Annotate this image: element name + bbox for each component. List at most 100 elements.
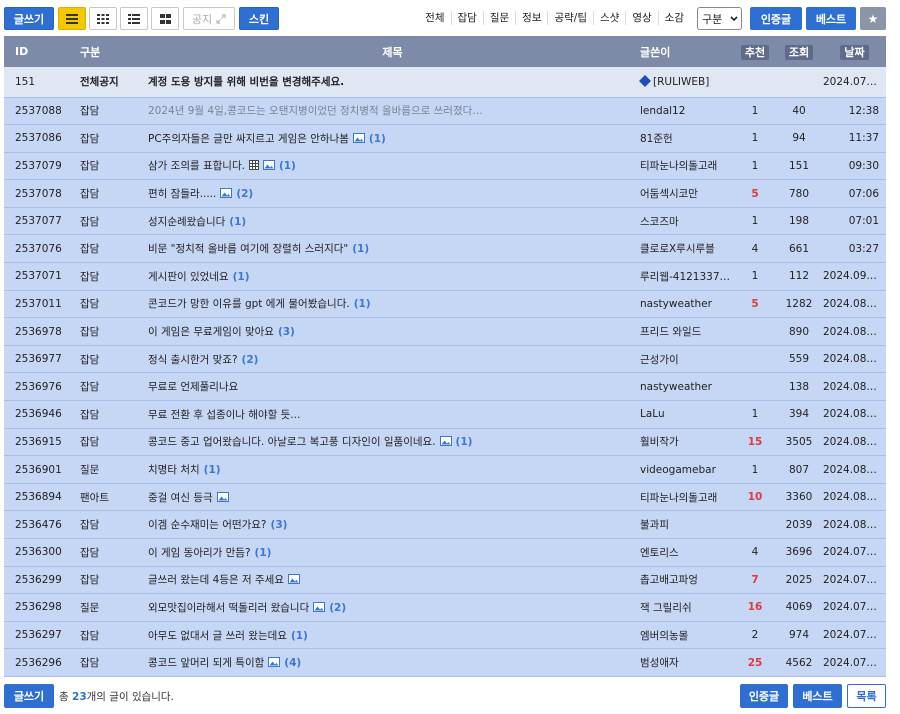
table-row[interactable]: 2536297 잡담 아무도 없대서 글 쓰러 왔는데요 (1) 엠버의농몰 2 974 20… [4, 621, 886, 650]
post-title-link[interactable]: 외모맛집이라해서 떡돌리러 왔습니다 (2) [140, 593, 637, 622]
post-author[interactable]: 잭 그릴리쉬 [637, 593, 735, 622]
footer-auth-posts-button[interactable]: 인증글 [740, 684, 788, 708]
table-row[interactable]: 2536296 잡담 콩코드 앞머리 되게 특이함 (4) 범성애자 25 4562 2024… [4, 648, 886, 677]
category-link-review[interactable]: 소감 [657, 11, 690, 25]
header-recommend[interactable]: 추천 [735, 36, 775, 67]
category-link-video[interactable]: 영상 [625, 11, 657, 25]
notice-toggle-button[interactable]: 공지 [183, 7, 235, 30]
table-row[interactable]: 2537071 잡담 게시판이 있었네요 (1) 루리웹-4121337… 1 112 202… [4, 262, 886, 291]
grid-small-view-button[interactable] [89, 7, 117, 30]
post-author[interactable]: 촙고배고파엉 [637, 566, 735, 595]
post-title-link[interactable]: 편히 잠들라..... (2) [140, 179, 637, 208]
list-view-button[interactable] [58, 7, 86, 30]
table-row[interactable]: 2537078 잡담 편히 잠들라..... (2) 어둠섹시코만 5 780 07:06 [4, 179, 886, 208]
post-title-link[interactable]: 치명타 처치 (1) [140, 455, 637, 484]
post-author[interactable]: nastyweather [637, 372, 735, 402]
skin-button[interactable]: 스킨 [239, 7, 279, 30]
gallery-view-button[interactable] [151, 7, 179, 30]
post-author[interactable]: 근성가이 [637, 345, 735, 374]
post-title-link[interactable]: 콩코드 중고 업어왔습니다. 아날로그 복고풍 디자인이 일품이네요. (1) [140, 428, 637, 457]
post-title-link[interactable]: PC주의자들은 글만 싸지르고 게임은 안하나봄 (1) [140, 124, 637, 153]
post-title-link[interactable]: 무료 전환 후 섭종이나 해야할 듯... [140, 400, 637, 429]
post-category: 잡담 [70, 428, 140, 457]
post-title-link[interactable]: 이 게임은 무료게임이 맞아요 (3) [140, 317, 637, 346]
notice-author[interactable]: [RULIWEB] [637, 67, 735, 98]
image-attachment-icon [439, 436, 452, 447]
table-row[interactable]: 2536300 잡담 이 게임 동아리가 만듬? (1) 엔토리스 4 3696 2024.0… [4, 538, 886, 567]
post-title-link[interactable]: 이겜 순수재미는 어떤가요? (3) [140, 510, 637, 539]
post-title-link[interactable]: 중걸 여신 등극 [140, 483, 637, 512]
post-title-link[interactable]: 무료로 언제풀리나요 [140, 372, 637, 402]
footer-write-button[interactable]: 글쓰기 [4, 684, 54, 708]
auth-posts-button[interactable]: 인증글 [750, 7, 802, 30]
table-row[interactable]: 2537076 잡담 비문 "정치적 올바름 여기에 장렬히 스러지다" (1) 클로로… [4, 234, 886, 264]
post-title-link[interactable]: 아무도 없대서 글 쓰러 왔는데요 (1) [140, 621, 637, 650]
grid-squares-icon [159, 13, 171, 24]
post-title-link[interactable]: 게시판이 있었네요 (1) [140, 262, 637, 291]
header-date[interactable]: 날짜 [823, 36, 886, 67]
category-link-info[interactable]: 정보 [515, 11, 547, 25]
notice-row[interactable]: 151 전체공지 계정 도용 방지를 위해 비번을 변경해주세요. [RULIW… [4, 67, 886, 98]
write-button[interactable]: 글쓰기 [4, 7, 54, 30]
post-author[interactable]: 엠버의농몰 [637, 621, 735, 650]
table-row[interactable]: 2537079 잡담 삼가 조의를 표합니다. (1) 티파눈나의돌고래 1 151 09:3… [4, 152, 886, 181]
post-title-link[interactable]: 콘코드가 망한 이유를 gpt 에게 물어봤습니다. (1) [140, 290, 637, 319]
post-author[interactable]: nastyweather [637, 290, 735, 319]
notice-views [775, 67, 823, 98]
table-row[interactable]: 2537088 잡담 2024년 9월 4일,콩코드는 오탠지병이었던 정치병적 올… [4, 97, 886, 126]
post-category: 잡담 [70, 372, 140, 402]
category-link-screenshot[interactable]: 스샷 [593, 11, 625, 25]
table-row[interactable]: 2536915 잡담 콩코드 중고 업어왔습니다. 아날로그 복고풍 디자인이 일품… [4, 428, 886, 457]
table-row[interactable]: 2536946 잡담 무료 전환 후 섭종이나 해야할 듯... LaLu 1 394 20… [4, 400, 886, 429]
notice-title-link[interactable]: 계정 도용 방지를 위해 비번을 변경해주세요. [140, 67, 637, 98]
table-row[interactable]: 2536976 잡담 무료로 언제풀리나요 nastyweather 138 2024.0… [4, 372, 886, 402]
table-row[interactable]: 2536298 질문 외모맛집이라해서 떡돌리러 왔습니다 (2) 잭 그릴리쉬 16 40… [4, 593, 886, 622]
post-author[interactable]: 범성애자 [637, 648, 735, 677]
table-row[interactable]: 2536977 잡담 정식 출시한거 맞죠? (2) 근성가이 559 2024.08.29 [4, 345, 886, 374]
table-row[interactable]: 2536894 팬아트 중걸 여신 등극 티파눈나의돌고래 10 3360 2024.08.… [4, 483, 886, 512]
post-author[interactable]: 불과피 [637, 510, 735, 539]
post-title-link[interactable]: 콩코드 앞머리 되게 특이함 (4) [140, 648, 637, 677]
table-row[interactable]: 2537011 잡담 콘코드가 망한 이유를 gpt 에게 물어봤습니다. (1) na… [4, 290, 886, 319]
best-posts-button[interactable]: 베스트 [806, 7, 856, 30]
post-author[interactable]: 티파눈나의돌고래 [637, 483, 735, 512]
category-link-tips[interactable]: 공략/팁 [547, 11, 593, 25]
post-author[interactable]: 프리드 와일드 [637, 317, 735, 346]
post-title-link[interactable]: 2024년 9월 4일,콩코드는 오탠지병이었던 정치병적 올바름으로 쓰러졌다… [140, 97, 637, 126]
header-views[interactable]: 조회 [775, 36, 823, 67]
post-title-link[interactable]: 비문 "정치적 올바름 여기에 장렬히 스러지다" (1) [140, 234, 637, 264]
table-row[interactable]: 2536299 잡담 글쓰러 왔는데 4등은 저 주세요 촙고배고파엉 7 2025 202… [4, 566, 886, 595]
table-row[interactable]: 2537086 잡담 PC주의자들은 글만 싸지르고 게임은 안하나봄 (1) 81준헌… [4, 124, 886, 153]
post-title-link[interactable]: 이 게임 동아리가 만듬? (1) [140, 538, 637, 567]
category-select[interactable]: 구분 [697, 7, 742, 30]
post-author[interactable]: 훨비작가 [637, 428, 735, 457]
post-title-link[interactable]: 정식 출시한거 맞죠? (2) [140, 345, 637, 374]
post-title-link[interactable]: 삼가 조의를 표합니다. (1) [140, 152, 637, 181]
favorite-button[interactable]: ★ [860, 7, 886, 30]
table-row[interactable]: 2536476 잡담 이겜 순수재미는 어떤가요? (3) 불과피 2039 2024.08… [4, 510, 886, 539]
post-author[interactable]: 티파눈나의돌고래 [637, 152, 735, 181]
post-author[interactable]: lendal12 [637, 97, 735, 126]
post-author[interactable]: videogamebar [637, 455, 735, 484]
category-link-question[interactable]: 질문 [482, 11, 515, 25]
post-author[interactable]: 스코즈마 [637, 207, 735, 236]
post-author[interactable]: 81준헌 [637, 124, 735, 153]
table-row[interactable]: 2536901 질문 치명타 처치 (1) videogamebar 1 807 2024.0… [4, 455, 886, 484]
thumbnail-list-view-button[interactable] [120, 7, 148, 30]
category-link-chat[interactable]: 잡담 [450, 11, 483, 25]
table-row[interactable]: 2537077 잡담 성지순례왔습니다 (1) 스코즈마 1 198 07:01 [4, 207, 886, 236]
post-author[interactable]: 루리웹-4121337… [637, 262, 735, 291]
post-title-link[interactable]: 성지순례왔습니다 (1) [140, 207, 637, 236]
footer-list-button[interactable]: 목록 [847, 684, 886, 708]
comment-count: (1) [352, 243, 370, 256]
post-author[interactable]: 클로로X루시루블 [637, 234, 735, 264]
post-author[interactable]: 엔토리스 [637, 538, 735, 567]
post-title-link[interactable]: 글쓰러 왔는데 4등은 저 주세요 [140, 566, 637, 595]
table-row[interactable]: 2536978 잡담 이 게임은 무료게임이 맞아요 (3) 프리드 와일드 890 202… [4, 317, 886, 346]
header-recommend-label: 추천 [740, 44, 770, 60]
post-author[interactable]: 어둠섹시코만 [637, 179, 735, 208]
post-id: 2536298 [4, 593, 70, 622]
post-author[interactable]: LaLu [637, 400, 735, 429]
footer-best-posts-button[interactable]: 베스트 [793, 684, 842, 708]
category-link-all[interactable]: 전체 [419, 11, 450, 25]
